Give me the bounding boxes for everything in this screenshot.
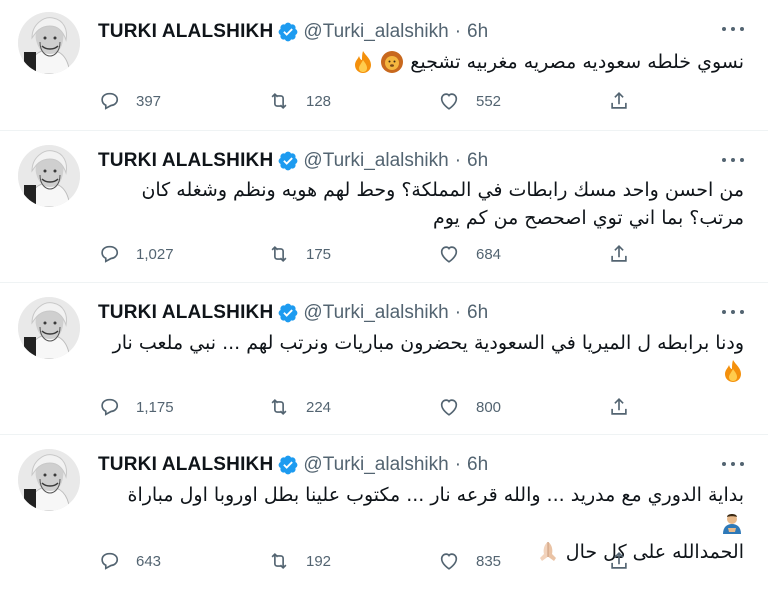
tweet-text-line: ودنا برابطه ل الميريا في السعودية يحضرون… [112, 332, 744, 354]
tweet-text-line [98, 357, 744, 386]
retweet-count: 224 [306, 398, 332, 416]
author-name[interactable]: TURKI ALALSHIKH [98, 454, 273, 476]
like-count: 835 [476, 552, 502, 570]
tweet-header: TURKI ALALSHIKH @Turki_alalshikh · 6h [98, 149, 488, 173]
reply-button[interactable]: 397 [98, 90, 268, 112]
verified-badge-icon [277, 302, 299, 324]
tweet-time[interactable]: 6h [467, 454, 488, 476]
like-count: 800 [476, 398, 502, 416]
author-name[interactable]: TURKI ALALSHIKH [98, 21, 273, 43]
retweet-icon [271, 552, 287, 570]
fire-emoji-icon [352, 49, 374, 77]
tweet-actions: 643 192 835 [98, 549, 658, 573]
reply-button[interactable]: 1,175 [98, 396, 268, 418]
reply-button[interactable]: 1,027 [98, 243, 268, 265]
reply-count: 1,175 [136, 398, 174, 416]
retweet-icon [271, 92, 287, 110]
tweet-text-line: نسوي خلطه سعوديه مصريه مغربيه تشجيع [98, 48, 744, 77]
reply-count: 397 [136, 92, 162, 110]
reply-count: 1,027 [136, 245, 174, 263]
more-icon[interactable] [722, 457, 744, 471]
avatar[interactable] [18, 297, 80, 359]
author-handle[interactable]: @Turki_alalshikh [303, 21, 448, 43]
like-button[interactable]: 684 [438, 243, 608, 265]
man-bowing-emoji-icon [720, 510, 744, 538]
verified-badge-icon [277, 454, 299, 476]
retweet-icon [271, 245, 287, 263]
retweet-button[interactable]: 175 [268, 243, 438, 265]
author-handle[interactable]: @Turki_alalshikh [303, 150, 448, 172]
like-count: 552 [476, 92, 502, 110]
tweet-time[interactable]: 6h [467, 21, 488, 43]
reply-icon [101, 552, 119, 570]
retweet-button[interactable]: 192 [268, 550, 438, 572]
reply-button[interactable]: 643 [98, 550, 268, 572]
lion-emoji-icon [380, 49, 404, 77]
tweet[interactable]: TURKI ALALSHIKH @Turki_alalshikh · 6h ود… [0, 283, 768, 435]
separator-dot: · [454, 150, 462, 171]
tweet-actions: 1,175 224 800 [98, 395, 658, 419]
tweet-text-line: مرتب؟ بما اني توي اصحصح من كم يوم [432, 207, 744, 229]
tweet-actions: 1,027 175 684 [98, 242, 658, 266]
retweet-button[interactable]: 224 [268, 396, 438, 418]
like-button[interactable]: 552 [438, 90, 608, 112]
avatar[interactable] [18, 449, 80, 511]
author-handle[interactable]: @Turki_alalshikh [303, 454, 448, 476]
avatar[interactable] [18, 145, 80, 207]
tweet-header: TURKI ALALSHIKH @Turki_alalshikh · 6h [98, 453, 488, 477]
tweet[interactable]: TURKI ALALSHIKH @Turki_alalshikh · 6h نس… [0, 0, 768, 131]
share-icon [611, 552, 627, 569]
tweet-actions: 397 128 552 [98, 89, 658, 113]
tweet[interactable]: TURKI ALALSHIKH @Turki_alalshikh · 6h بد… [0, 435, 768, 593]
tweet-text: نسوي خلطه سعوديه مصريه مغربيه تشجيع [98, 48, 744, 77]
tweet-text-line: من احسن واحد مسك رابطات في المملكة؟ وحط … [141, 179, 744, 201]
like-count: 684 [476, 245, 502, 263]
retweet-count: 175 [306, 245, 332, 263]
fire-emoji-icon [722, 358, 744, 386]
share-icon [611, 398, 627, 415]
retweet-button[interactable]: 128 [268, 90, 438, 112]
separator-dot: · [454, 21, 462, 42]
tweet-time[interactable]: 6h [467, 150, 488, 172]
verified-badge-icon [277, 150, 299, 172]
share-button[interactable] [608, 550, 648, 572]
more-icon[interactable] [722, 305, 744, 319]
tweet[interactable]: TURKI ALALSHIKH @Turki_alalshikh · 6h من… [0, 131, 768, 283]
share-button[interactable] [608, 243, 648, 265]
tweet-header: TURKI ALALSHIKH @Turki_alalshikh · 6h [98, 20, 488, 44]
heart-icon [440, 246, 458, 263]
heart-icon [440, 93, 458, 110]
separator-dot: · [454, 302, 462, 323]
separator-dot: · [454, 454, 462, 475]
tweet-text: ودنا برابطه ل الميريا في السعودية يحضرون… [98, 329, 744, 386]
heart-icon [440, 399, 458, 416]
share-icon [611, 245, 627, 262]
tweet-text-line: بداية الدوري مع مدريد ... والله قرعه نار… [98, 481, 744, 538]
reply-icon [101, 398, 119, 416]
verified-badge-icon [277, 21, 299, 43]
reply-icon [101, 92, 119, 110]
share-icon [611, 92, 627, 109]
author-name[interactable]: TURKI ALALSHIKH [98, 302, 273, 324]
more-icon[interactable] [722, 153, 744, 167]
reply-count: 643 [136, 552, 162, 570]
retweet-icon [271, 398, 287, 416]
author-name[interactable]: TURKI ALALSHIKH [98, 150, 273, 172]
heart-icon [440, 553, 458, 570]
reply-icon [101, 245, 119, 263]
tweet-time[interactable]: 6h [467, 302, 488, 324]
share-button[interactable] [608, 90, 648, 112]
author-handle[interactable]: @Turki_alalshikh [303, 302, 448, 324]
tweet-text: من احسن واحد مسك رابطات في المملكة؟ وحط … [98, 176, 744, 232]
like-button[interactable]: 835 [438, 550, 608, 572]
avatar[interactable] [18, 12, 80, 74]
more-icon[interactable] [722, 22, 744, 36]
retweet-count: 128 [306, 92, 332, 110]
share-button[interactable] [608, 396, 648, 418]
like-button[interactable]: 800 [438, 396, 608, 418]
tweet-header: TURKI ALALSHIKH @Turki_alalshikh · 6h [98, 301, 488, 325]
retweet-count: 192 [306, 552, 332, 570]
